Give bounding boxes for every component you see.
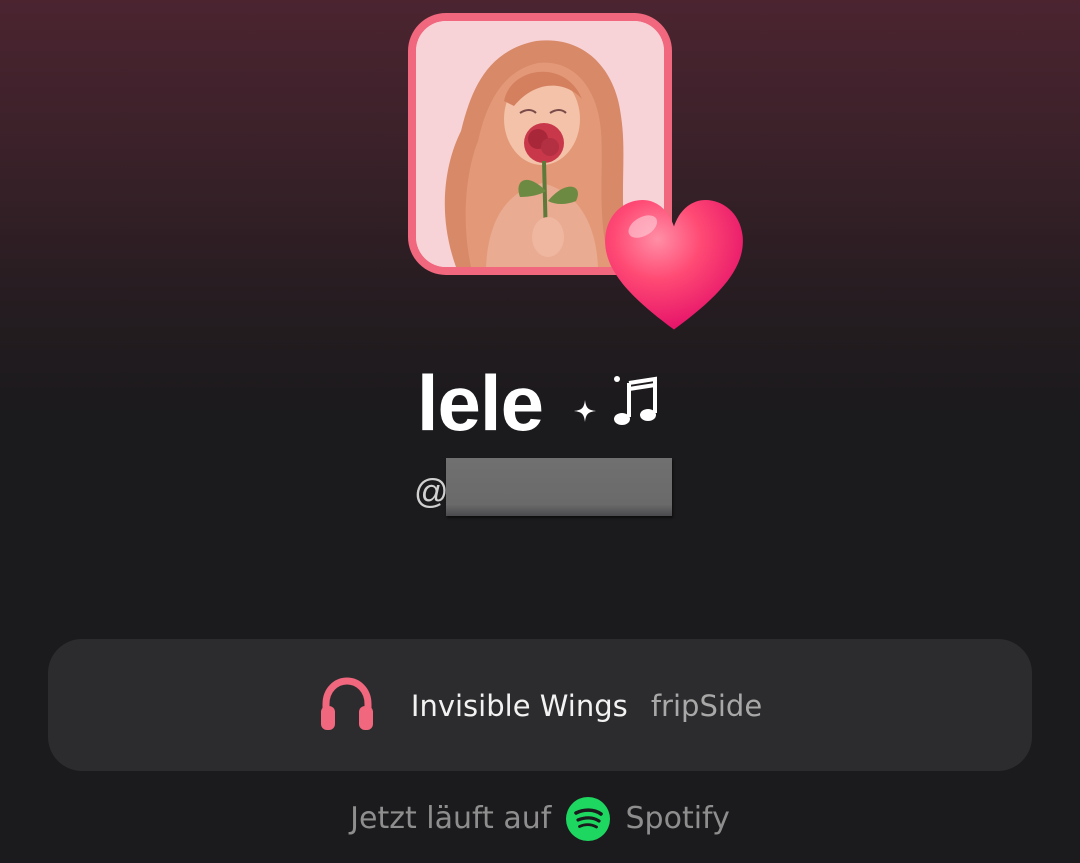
song-artist[interactable]: fripSide xyxy=(651,686,762,726)
source-name[interactable]: Spotify xyxy=(626,796,730,842)
handle-redacted-block xyxy=(446,458,672,516)
now-playing-card[interactable]: Invisible Wings fripSide xyxy=(48,639,1032,771)
sparkle-icon xyxy=(574,400,597,422)
headphones-icon xyxy=(320,676,373,730)
music-note-icon xyxy=(614,376,658,425)
profile-screen: lele @ Invisible Wings fripSide Jetzt lä… xyxy=(0,0,1080,863)
song-title[interactable]: Invisible Wings xyxy=(411,686,628,726)
handle-prefix: @ xyxy=(414,473,449,511)
display-name: lele xyxy=(416,359,544,447)
spotify-icon[interactable] xyxy=(566,796,611,841)
heart-icon xyxy=(605,200,743,330)
source-prefix: Jetzt läuft auf xyxy=(350,800,552,836)
name-row: lele xyxy=(0,358,1080,448)
playback-source: Jetzt läuft auf Spotify xyxy=(0,795,1080,841)
